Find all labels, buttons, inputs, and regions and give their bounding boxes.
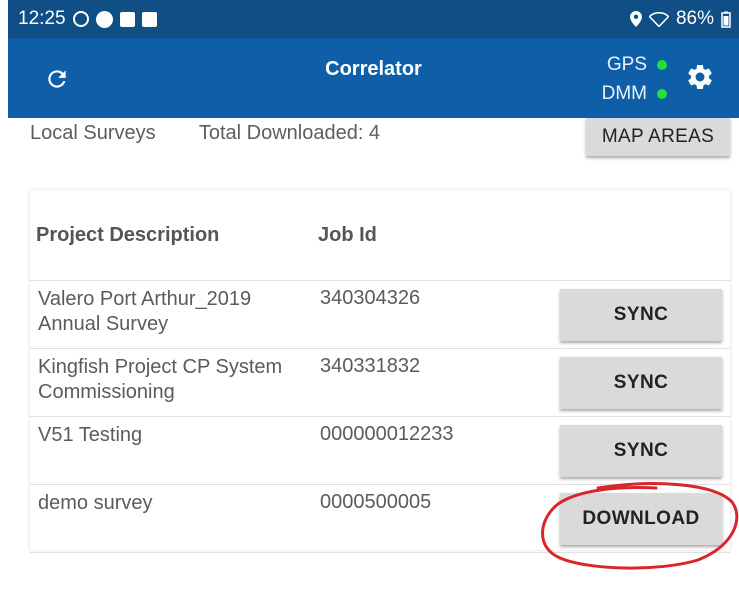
battery-percent: 86% xyxy=(675,8,714,29)
refresh-icon xyxy=(48,70,66,88)
local-surveys-label: Local Surveys xyxy=(30,122,156,144)
project-description: Valero Port Arthur_2019 Annual Survey xyxy=(38,288,252,335)
job-id: 340304326 xyxy=(320,287,421,309)
sync-button[interactable]: SYNC xyxy=(560,289,722,341)
dmm-indicator: DMM xyxy=(602,83,667,105)
header-project-description: Project Description xyxy=(36,224,220,246)
download-button[interactable]: DOWNLOAD xyxy=(560,493,722,545)
table-row: Kingfish Project CP System Commissioning… xyxy=(30,349,730,417)
status-right: 86% xyxy=(629,8,731,30)
project-description: demo survey xyxy=(38,492,153,514)
header-job-id: Job Id xyxy=(318,224,377,246)
dmm-status-dot xyxy=(657,89,667,99)
status-time: 12:25 xyxy=(18,8,66,29)
table-row: Valero Port Arthur_2019 Annual Survey 34… xyxy=(30,281,730,349)
wifi-icon xyxy=(648,11,669,27)
gps-label: GPS xyxy=(606,54,647,75)
job-id: 000000012233 xyxy=(320,423,454,445)
status-left: 12:25 xyxy=(18,8,157,30)
map-areas-button[interactable]: MAP AREAS xyxy=(586,118,730,156)
total-downloaded-label: Total Downloaded: 4 xyxy=(198,122,381,144)
android-icon xyxy=(95,10,113,28)
gear-icon xyxy=(688,64,712,89)
surveys-table: Project Description Job Id Valero Port A… xyxy=(30,190,730,553)
gps-status-dot xyxy=(657,60,667,70)
summary-row: Local Surveys Total Downloaded: 4 xyxy=(30,122,418,145)
dmm-label: DMM xyxy=(601,83,647,104)
settings-button[interactable] xyxy=(683,60,717,94)
app-bar: Correlator GPS DMM xyxy=(8,38,739,118)
table-header: Project Description Job Id xyxy=(30,190,730,281)
image-icon xyxy=(141,11,157,27)
gps-indicator: GPS xyxy=(607,54,667,76)
job-id: 340331832 xyxy=(320,355,421,377)
table-row: V51 Testing 000000012233 SYNC xyxy=(30,417,730,485)
job-id: 0000500005 xyxy=(320,491,432,513)
checkbox-icon xyxy=(119,11,135,27)
project-description: V51 Testing xyxy=(38,424,143,446)
sync-button[interactable]: SYNC xyxy=(560,357,722,409)
location-icon xyxy=(629,11,642,27)
project-description: Kingfish Project CP System Commissioning xyxy=(38,356,283,403)
battery-icon xyxy=(721,11,731,28)
status-bar: 12:25 86% xyxy=(8,0,739,38)
refresh-button[interactable] xyxy=(42,64,72,94)
alarm-icon xyxy=(72,11,89,27)
sync-button[interactable]: SYNC xyxy=(560,425,722,477)
table-row: demo survey 0000500005 DOWNLOAD xyxy=(30,485,730,553)
